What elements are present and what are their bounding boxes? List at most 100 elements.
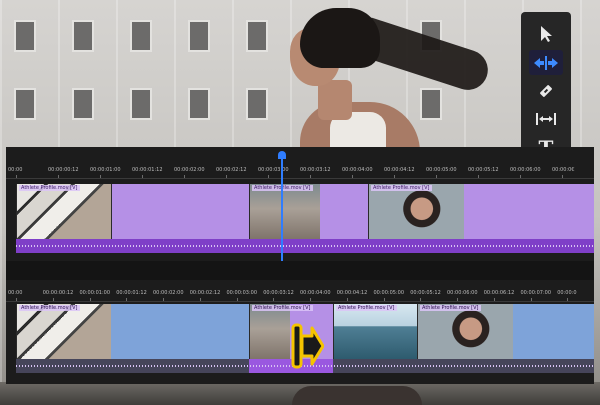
ruler-timecode: 00:00:06:00 [510,167,541,173]
video-clip[interactable]: Athlete Profile.mov [V] [333,304,417,359]
ruler-timecode: 00:00:03:12 [263,290,294,296]
ruler-tick [16,175,17,178]
runner-hair [300,8,380,68]
ripple-edit-tool[interactable] [529,50,563,75]
video-clip[interactable]: Athlete Profile.mov [V] [368,184,464,239]
ruler-timecode: 00:00:02:12 [189,290,221,296]
runner-legs [292,386,422,405]
selection-tool[interactable] [529,22,563,46]
ruler-tick [457,298,458,301]
panel-divider [6,261,594,280]
empty-gap[interactable] [111,184,249,239]
clip-thumbnail [250,184,320,239]
ruler-timecode: 00:00:01:00 [79,290,111,296]
ruler-timecode: 00:00:02:00 [153,290,184,296]
ruler-timecode: 00:00:06:00 [447,290,478,296]
building-window [246,88,268,120]
ruler-timecode: 00:00:05:00 [426,167,457,173]
video-track-v1[interactable]: Athlete Profile.mov [V] Athlete Profile.… [16,184,594,239]
clip-label: Athlete Profile.mov [V] [420,305,481,311]
ruler-tick [383,298,385,301]
ruler-tick [310,175,311,178]
video-clip[interactable]: Athlete Profile.mov [V] [16,184,111,239]
ruler-tick [478,175,479,178]
building-window [188,88,210,120]
clip-thumbnail [369,184,464,239]
playhead[interactable] [281,155,283,265]
ruler-timecode: 00:00:04:12 [384,167,415,173]
video-clip[interactable]: Athlete Profile.mov [V] [16,304,111,359]
arrow-pointer-icon [539,25,553,43]
video-clip[interactable]: Athlete Profile.mov [V] [417,304,513,359]
ruler-timecode: 00:00:02:00 [174,167,205,173]
ripple-edit-cursor-icon [290,322,325,370]
ruler-tick [493,298,495,301]
ruler-tick [199,298,201,301]
ruler-timecode: 00:00:01:12 [116,290,147,296]
ruler-timecode: 00:00:02:12 [216,167,247,173]
building-window [14,88,36,120]
time-ruler[interactable]: 00:00 00:00:00:12 00:00:01:00 00:00:01:12 00… [6,288,594,302]
ruler-tick [184,175,185,178]
ruler-tick [142,175,143,178]
razor-tool[interactable] [529,79,563,103]
clip-label: Athlete Profile.mov [V] [19,185,80,191]
ruler-tick [530,298,532,301]
ruler-timecode: 00:00:0 [557,290,577,296]
ruler-tick [268,175,269,178]
ruler-timecode: 00:00:03:12 [300,167,331,173]
ruler-timecode: 00:00 [8,167,23,173]
ruler-tick [126,298,128,301]
ruler-timecode: 00:00:04:12 [336,290,368,296]
ruler-timecode: 00:00:0€ [552,167,575,173]
ruler-timecode: 00:00:01:12 [132,167,163,173]
building-window [420,88,442,120]
time-ruler[interactable]: 00:00 00:00:00:12 00:00:01:00 00:00:01:12 00… [6,165,594,179]
building-window [246,20,268,52]
timeline-before: 00:00 00:00:00:12 00:00:01:00 00:00:01:12 00… [6,147,594,265]
ruler-timecode: 00:00:03:00 [258,167,289,173]
ruler-tick [520,175,521,178]
ruler-timecode: 00:00:00:12 [42,290,74,296]
ruler-tick [226,175,227,178]
ruler-timecode: 00:00:04:00 [342,167,373,173]
audio-waveform [16,245,594,247]
clip-thumbnail [250,304,290,359]
ruler-tick [163,298,164,301]
audio-track-a1[interactable] [16,239,594,253]
tools-panel: T [521,12,571,164]
slip-tool[interactable] [529,107,563,131]
ruler-tick [352,175,353,178]
razor-icon [538,83,554,99]
ruler-tick [436,175,437,178]
ruler-tick [58,175,59,178]
clip-label: Athlete Profile.mov [V] [252,305,313,311]
ruler-tick [89,298,91,301]
ruler-tick [394,175,395,178]
clip-thumbnail [418,304,513,359]
video-clip[interactable]: Athlete Profile.mov [V] [249,184,346,239]
ruler-tick [52,298,54,301]
ruler-timecode: 00:00:00:12 [48,167,79,173]
ruler-tick [16,298,17,301]
ruler-timecode: 00:00:07:00 [520,290,552,296]
building-window [72,20,94,52]
clip-label: Athlete Profile.mov [V] [19,305,80,311]
clip-label: Athlete Profile.mov [V] [371,185,432,191]
building-window [14,20,36,52]
slip-icon [535,112,557,126]
ruler-timecode: 00:00:01:00 [90,167,121,173]
clip-label: Athlete Profile.mov [V] [336,305,397,311]
ruler-tick [346,298,348,301]
clip-thumbnail [334,304,417,359]
clip-thumbnail [17,184,111,239]
ruler-tick [273,298,275,301]
ruler-timecode: 00:00:06:12 [483,290,515,296]
building-window [130,20,152,52]
ruler-timecode: 00:00:05:00 [373,290,405,296]
clip-thumbnail [17,304,111,359]
ruler-tick [567,298,569,301]
ruler-tick [420,298,422,301]
ruler-tick [562,175,563,178]
ruler-tick [100,175,101,178]
